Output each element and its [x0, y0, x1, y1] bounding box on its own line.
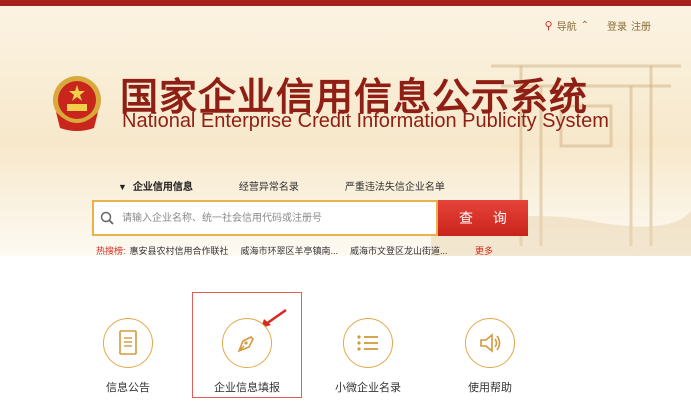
hot-search-bar: 热搜榜: 惠安县农村信用合作联社 威海市环翠区羊亭镇南... 威海市文登区龙山街…	[96, 244, 460, 257]
register-link[interactable]: 注册	[631, 18, 651, 33]
tab-serious-violation[interactable]: 严重违法失信企业名单	[345, 178, 445, 193]
site-title-en: National Enterprise Credit Information P…	[122, 110, 609, 132]
tab-label: 严重违法失信企业名单	[344, 182, 445, 193]
hot-search-item[interactable]: 威海市文登区龙山街道...	[350, 244, 448, 257]
pen-nib-icon	[222, 318, 272, 368]
chevron-up-icon[interactable]: ⌃	[581, 20, 589, 31]
list-icon	[343, 318, 393, 368]
service-label: 信息公告	[106, 382, 150, 394]
national-emblem-icon	[53, 76, 101, 131]
hot-search-item[interactable]: 惠安县农村信用合作联社	[130, 244, 229, 257]
tab-label: 经营异常名录	[238, 182, 299, 193]
more-link[interactable]: 更多	[475, 244, 493, 257]
caret-down-icon: ▼	[118, 182, 127, 192]
hot-search-label: 热搜榜:	[96, 246, 126, 256]
service-label: 企业信息填报	[214, 382, 280, 394]
hot-search-item[interactable]: 威海市环翠区羊亭镇南...	[241, 244, 339, 257]
login-link[interactable]: 登录	[607, 18, 627, 33]
search-box	[92, 200, 438, 236]
service-small-business[interactable]: 小微企业名录	[318, 318, 418, 395]
search-input[interactable]	[120, 211, 436, 225]
tab-label: 企业信用信息	[132, 182, 193, 193]
search-button[interactable]: 查 询	[438, 200, 528, 236]
service-enterprise-report[interactable]: 企业信息填报	[197, 318, 297, 395]
search-icon	[94, 211, 120, 225]
document-icon	[103, 318, 153, 368]
service-label: 小微企业名录	[335, 382, 401, 394]
tab-enterprise-credit[interactable]: ▼ 企业信用信息	[118, 178, 193, 193]
tab-abnormal-operation[interactable]: 经营异常名录	[239, 178, 299, 193]
location-pin-icon: ⚲	[544, 20, 553, 32]
search-tabs: ▼ 企业信用信息 经营异常名录 严重违法失信企业名单	[118, 178, 491, 193]
top-nav: ⚲ 导航 ⌃ 登录 注册	[545, 18, 651, 33]
nav-guide-link[interactable]: 导航	[557, 18, 577, 33]
speaker-icon	[465, 318, 515, 368]
service-label: 使用帮助	[468, 382, 512, 394]
service-info-notice[interactable]: 信息公告	[78, 318, 178, 395]
service-help[interactable]: 使用帮助	[440, 318, 540, 395]
